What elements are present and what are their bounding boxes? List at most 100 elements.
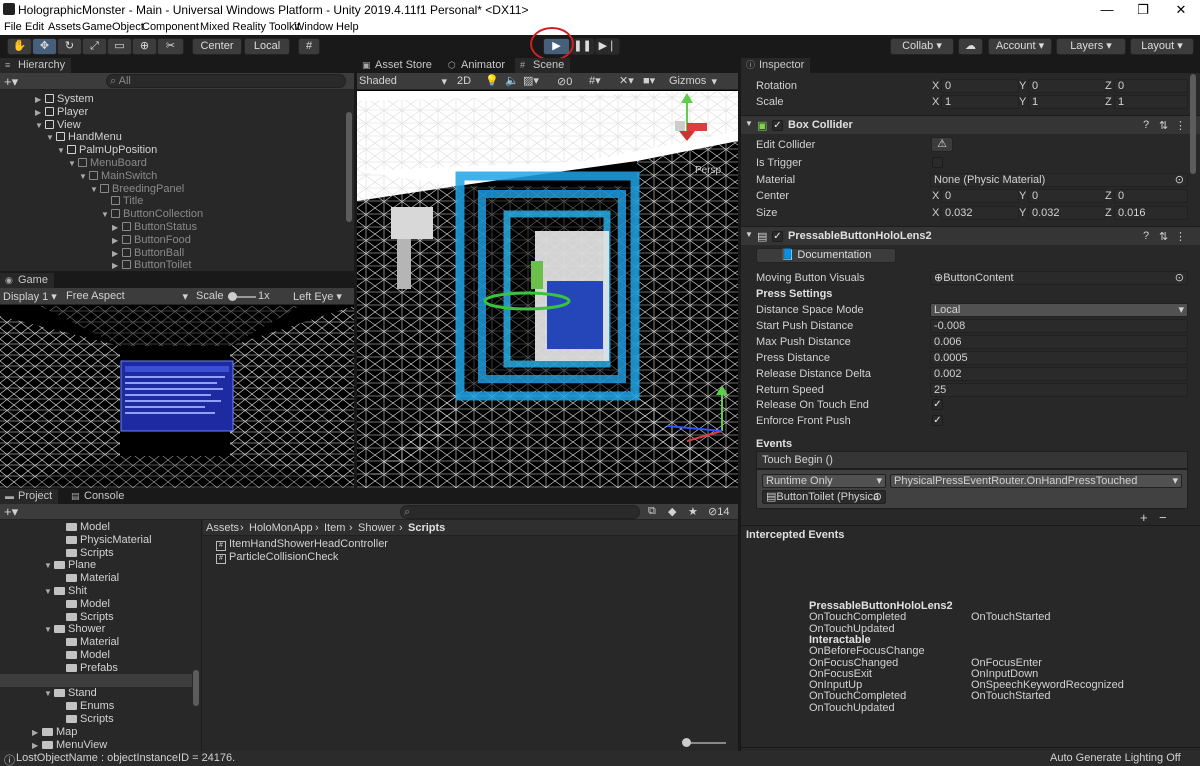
icon-size-slider[interactable] — [686, 742, 726, 744]
expand-arrow-icon[interactable]: ▼ — [46, 133, 56, 142]
filter-label-icon[interactable]: ◆ — [668, 505, 676, 518]
edit-collider-button[interactable]: ⚠ — [931, 137, 953, 152]
menu-window[interactable]: Window — [294, 21, 333, 33]
object-picker-icon[interactable]: ⊙ — [1175, 174, 1184, 186]
press-setting-field[interactable]: -0.008 — [930, 319, 1188, 333]
gizmos-dropdown[interactable]: Gizmos ▾ — [669, 75, 717, 88]
expand-arrow-icon[interactable]: ▶ — [112, 223, 122, 232]
project-search-input[interactable]: ⌕ — [400, 505, 640, 519]
cloud-icon[interactable]: ☁ — [958, 38, 983, 55]
hierarchy-item[interactable]: ▶ ButtonBall — [112, 247, 354, 260]
project-folder-item[interactable]: ▶ Map — [32, 726, 201, 739]
size-y-field[interactable]: 0.032 — [1028, 206, 1106, 220]
hierarchy-item[interactable]: ▶ Player — [35, 106, 354, 119]
project-folder-item[interactable]: Model — [56, 521, 201, 534]
menu-mixed-reality-toolkit[interactable]: Mixed Reality Toolkit — [200, 21, 300, 33]
pressable-button-header[interactable]: ▼ ▤ ✓ PressableButtonHoloLens2 ? ⇅ ⋮ — [741, 226, 1200, 245]
size-x-field[interactable]: 0.032 — [941, 206, 1019, 220]
tab-inspector[interactable]: ⓘ Inspector — [741, 58, 811, 73]
project-folder-item[interactable]: ▼ Stand — [44, 687, 201, 700]
expand-arrow-icon[interactable]: ▶ — [32, 728, 42, 737]
grid-toggle-icon[interactable]: #▾ — [589, 74, 601, 87]
tab-animator[interactable]: ⬡ Animator — [443, 58, 511, 73]
function-dropdown[interactable]: PhysicalPressEventRouter.OnHandPressTouc… — [890, 474, 1182, 488]
folder-tree-scrollbar[interactable] — [193, 670, 199, 706]
project-folder-item[interactable]: ▶ MenuView — [32, 739, 201, 751]
lighting-icon[interactable]: 💡 — [485, 74, 499, 87]
maximize-button[interactable]: ❐ — [1128, 2, 1158, 18]
tab-console[interactable]: ▤ Console — [66, 489, 130, 504]
menu-edit[interactable]: Edit — [25, 21, 44, 33]
pivot-local-button[interactable]: Local — [244, 38, 290, 55]
menu-component[interactable]: Component — [142, 21, 199, 33]
collapse-arrow-icon[interactable]: ▼ — [745, 230, 753, 239]
eye-dropdown[interactable]: Left Eye ▾ — [293, 290, 342, 303]
project-folder-item[interactable]: ▼ Shower — [44, 623, 201, 636]
scale-tool-icon[interactable]: ⤢ — [82, 38, 107, 55]
expand-arrow-icon[interactable]: ▼ — [90, 185, 100, 194]
hierarchy-item[interactable]: ▶ System — [35, 93, 354, 106]
tab-scene[interactable]: # Scene — [515, 58, 571, 73]
material-field[interactable]: None (Physic Material) ⊙ — [930, 173, 1188, 187]
inspector-scrollbar[interactable] — [1190, 74, 1196, 174]
press-setting-field[interactable]: 0.002 — [930, 367, 1188, 381]
object-picker-icon[interactable]: ⊙ — [1175, 272, 1184, 284]
expand-arrow-icon[interactable]: ▼ — [44, 561, 54, 570]
aspect-dropdown[interactable]: Free Aspect ▾ — [66, 290, 190, 303]
shading-dropdown[interactable]: Shaded ▾ — [359, 75, 449, 88]
box-collider-header[interactable]: ▼ ▣ ✓ Box Collider ? ⇅ ⋮ — [741, 115, 1200, 134]
project-folder-item[interactable]: Prefabs — [56, 662, 201, 675]
hierarchy-scrollbar[interactable] — [346, 112, 352, 222]
play-button[interactable]: ▶ — [543, 38, 570, 55]
expand-arrow-icon[interactable]: ▼ — [44, 625, 54, 634]
menu-gameobject[interactable]: GameObject — [82, 21, 144, 33]
distance-space-dropdown[interactable]: Local ▾ — [930, 303, 1188, 317]
release-on-touch-end-checkbox[interactable]: ✓ — [932, 399, 943, 410]
project-folder-item[interactable]: PhysicMaterial — [56, 534, 201, 547]
collapse-arrow-icon[interactable]: ▼ — [745, 119, 753, 128]
hidden-count-icon[interactable]: ⊘14 — [708, 505, 729, 518]
breadcrumb-assets[interactable]: Assets — [206, 522, 239, 534]
project-folder-item[interactable]: Model — [56, 649, 201, 662]
hierarchy-item[interactable]: ▼ HandMenu — [46, 131, 354, 144]
project-folder-item[interactable]: Model — [56, 598, 201, 611]
expand-arrow-icon[interactable]: ▼ — [101, 210, 111, 219]
mode-2d-toggle[interactable]: 2D — [457, 75, 471, 87]
transform-tool-icon[interactable]: ⊕ — [132, 38, 157, 55]
project-folder-item[interactable]: ▼ Shit — [44, 585, 201, 598]
press-setting-field[interactable]: 0.006 — [930, 335, 1188, 349]
add-event-button[interactable]: + — [1140, 510, 1148, 525]
hierarchy-item[interactable]: ▶ ButtonToilet — [112, 259, 354, 271]
hierarchy-search-input[interactable]: ⌕ All — [106, 74, 346, 88]
help-icon[interactable]: ? — [1143, 119, 1149, 131]
project-folder-item[interactable]: Enums — [56, 700, 201, 713]
scale-y-field[interactable]: 1 — [1028, 95, 1106, 109]
hierarchy-item[interactable]: Title — [101, 195, 354, 208]
event-object-field[interactable]: ▤ButtonToilet (Physica ⊙ — [762, 490, 886, 504]
project-folder-item[interactable]: ▼ Plane — [44, 559, 201, 572]
rotate-tool-icon[interactable]: ↻ — [57, 38, 82, 55]
breadcrumb-scripts[interactable]: Scripts — [408, 522, 445, 534]
pivot-center-button[interactable]: Center — [192, 38, 242, 55]
hand-tool-icon[interactable]: ✋ — [7, 38, 32, 55]
documentation-button[interactable]: 📘 Documentation — [756, 248, 896, 263]
favorite-icon[interactable]: ★ — [688, 505, 698, 518]
expand-arrow-icon[interactable]: ▼ — [68, 159, 78, 168]
hierarchy-item[interactable]: ▶ ButtonFood — [112, 234, 354, 247]
account-dropdown[interactable]: Account ▾ — [988, 38, 1052, 55]
center-x-field[interactable]: 0 — [941, 189, 1019, 203]
create-plus-icon[interactable]: +▾ — [4, 504, 18, 520]
audio-icon[interactable]: 🔈 — [505, 74, 519, 87]
layers-dropdown[interactable]: Layers ▾ — [1056, 38, 1126, 55]
remove-event-button[interactable]: − — [1159, 510, 1167, 525]
status-message[interactable]: LostObjectName : objectInstanceID = 2417… — [16, 752, 235, 764]
project-folder-item[interactable]: Scripts — [56, 611, 201, 624]
hierarchy-item[interactable]: ▼ ButtonCollection — [101, 208, 354, 221]
camera-icon[interactable]: ■▾ — [643, 74, 655, 87]
pressable-enabled-checkbox[interactable]: ✓ — [772, 231, 783, 242]
hierarchy-item[interactable]: ▼ MenuBoard — [68, 157, 354, 170]
rect-tool-icon[interactable]: ▭ — [107, 38, 132, 55]
tab-asset-store[interactable]: ▣ Asset Store — [357, 58, 438, 73]
tab-game[interactable]: ◉ Game — [0, 273, 54, 288]
menu-file[interactable]: File — [4, 21, 22, 33]
